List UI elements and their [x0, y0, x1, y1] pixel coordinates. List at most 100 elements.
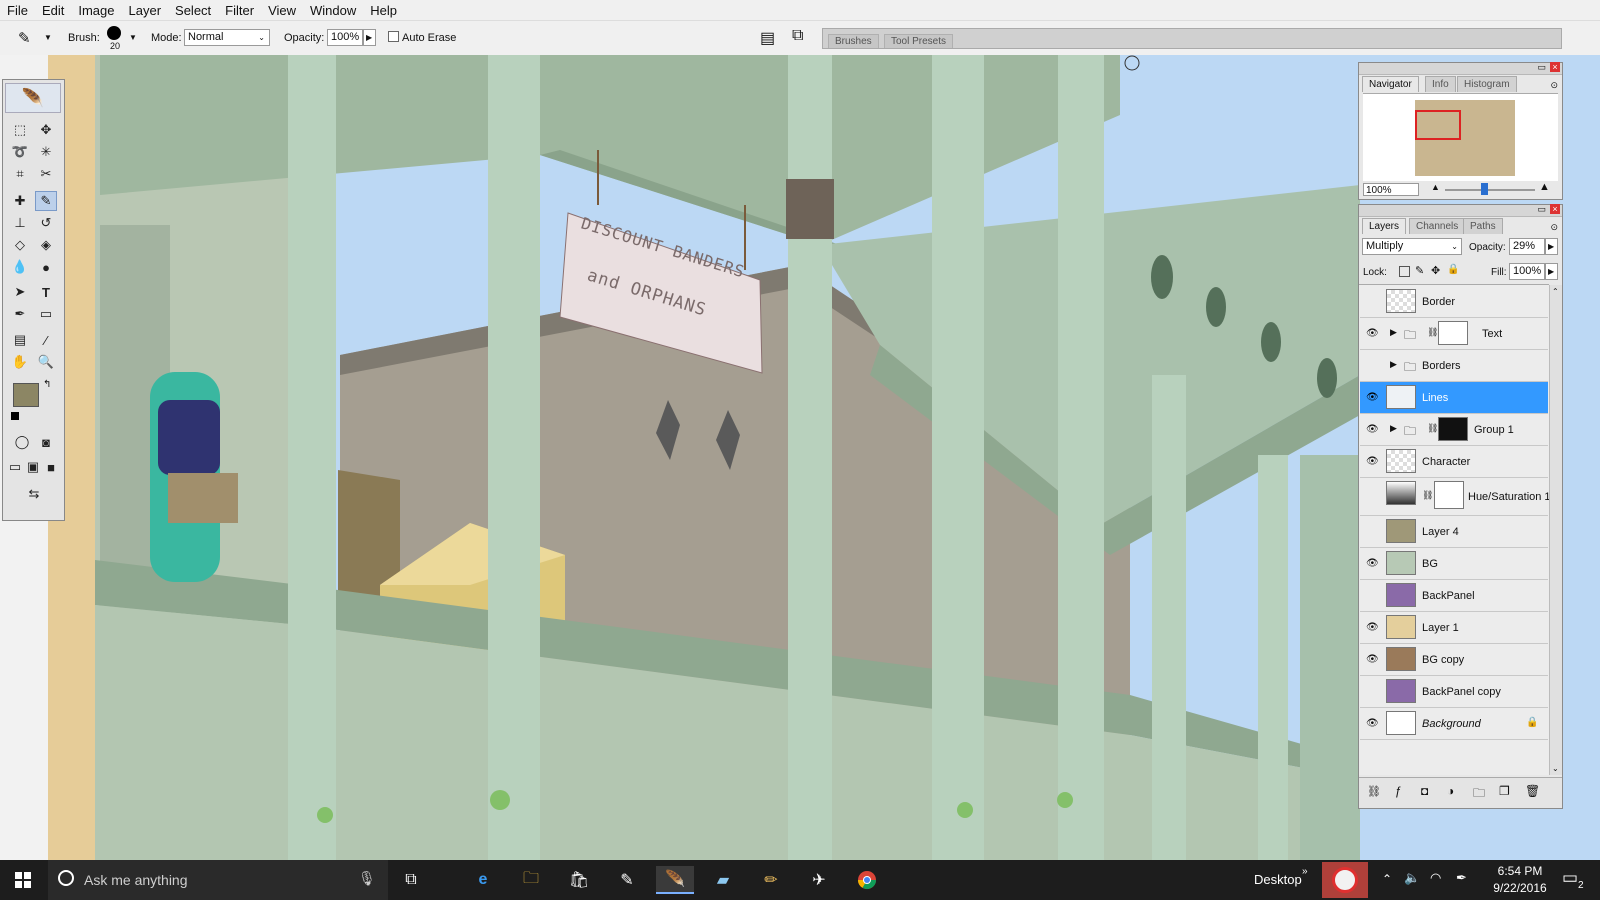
- tab-navigator[interactable]: Navigator: [1362, 76, 1419, 92]
- blend-mode-select[interactable]: Multiply ⌄: [1362, 238, 1462, 255]
- visibility-toggle[interactable]: [1366, 687, 1376, 697]
- wifi-icon[interactable]: ◠: [1430, 870, 1441, 886]
- screen-mode-standard-icon[interactable]: ▭: [7, 457, 23, 477]
- expand-arrow-icon[interactable]: ▶: [1390, 359, 1397, 370]
- shape-tool-icon[interactable]: ▭: [35, 304, 57, 324]
- expand-arrow-icon[interactable]: ▶: [1390, 423, 1397, 434]
- lock-all-icon[interactable]: 🔒: [1447, 264, 1459, 275]
- bird-app-taskbar-icon[interactable]: ✈: [800, 866, 838, 894]
- tab-channels[interactable]: Channels: [1409, 218, 1466, 234]
- volume-icon[interactable]: 🔈: [1404, 870, 1420, 886]
- minimize-icon[interactable]: ▭: [1537, 204, 1546, 215]
- lock-image-pixels-icon[interactable]: ✎: [1415, 264, 1424, 277]
- airbrush-icon[interactable]: ▤: [760, 28, 775, 48]
- tab-histogram[interactable]: Histogram: [1457, 76, 1517, 92]
- pen-tool-icon[interactable]: ✒: [9, 304, 31, 324]
- layer-mask-thumbnail[interactable]: [1438, 321, 1468, 345]
- tab-layers[interactable]: Layers: [1362, 218, 1407, 234]
- imageready-taskbar-icon[interactable]: ▰: [704, 866, 742, 894]
- layer-row-character[interactable]: 👁 Character: [1360, 446, 1548, 478]
- standard-mode-icon[interactable]: ◯: [11, 432, 33, 452]
- link-layers-icon[interactable]: ⛓: [1367, 785, 1381, 798]
- zoom-in-icon[interactable]: ▲: [1539, 181, 1550, 193]
- pen-input-icon[interactable]: ✒: [1456, 870, 1467, 886]
- eye-icon[interactable]: 👁: [1366, 719, 1379, 729]
- layer-row-borders[interactable]: ▶ 🗀 Borders: [1360, 350, 1548, 382]
- eye-icon[interactable]: 👁: [1366, 393, 1379, 403]
- mode-select[interactable]: Normal ⌄: [184, 29, 270, 46]
- fill-input[interactable]: 100%: [1509, 263, 1545, 280]
- navigator-zoom-field[interactable]: 100%: [1363, 183, 1419, 196]
- notes-tool-icon[interactable]: ▤: [9, 330, 31, 350]
- task-view-icon[interactable]: ⧉: [392, 866, 430, 894]
- clock-date[interactable]: 9/22/2016: [1488, 881, 1552, 895]
- eye-icon[interactable]: 👁: [1366, 655, 1379, 665]
- toolbar-expand-icon[interactable]: »: [1302, 866, 1308, 877]
- default-colors-icon[interactable]: [11, 412, 19, 420]
- desktop-toolbar-label[interactable]: Desktop: [1254, 872, 1302, 887]
- visibility-toggle[interactable]: [1366, 297, 1376, 307]
- brush-picker-dropdown-icon[interactable]: ▼: [129, 33, 137, 42]
- visibility-toggle[interactable]: [1366, 489, 1376, 499]
- dodge-tool-icon[interactable]: ●: [35, 257, 57, 277]
- adjustment-layer-icon[interactable]: ◑: [1447, 784, 1454, 798]
- layer-style-icon[interactable]: ƒ: [1395, 784, 1402, 798]
- brush-tool-icon[interactable]: ✎: [18, 29, 31, 47]
- scroll-up-icon[interactable]: ⌃: [1552, 287, 1559, 296]
- layer-row-backpanel-copy[interactable]: BackPanel copy: [1360, 676, 1548, 708]
- quick-mask-mode-icon[interactable]: ◙: [35, 432, 57, 452]
- layer-opacity-slider-button[interactable]: ▶: [1545, 238, 1558, 255]
- zoom-tool-icon[interactable]: 🔍: [35, 352, 57, 372]
- layer-row-lines[interactable]: 👁 Lines: [1360, 382, 1548, 414]
- path-selection-tool-icon[interactable]: ➤: [9, 282, 31, 302]
- action-center-button[interactable]: ▭ 2: [1562, 868, 1586, 892]
- move-tool-icon[interactable]: ✥: [35, 120, 57, 140]
- expand-arrow-icon[interactable]: ▶: [1390, 327, 1397, 338]
- layer-row-text[interactable]: 👁 ▶ 🗀 ⛓ Text: [1360, 318, 1548, 350]
- link-icon[interactable]: ⛓: [1427, 423, 1438, 434]
- microphone-icon[interactable]: 🎙: [358, 870, 376, 887]
- eye-icon[interactable]: 👁: [1366, 559, 1379, 569]
- layer-opacity-input[interactable]: 29%: [1509, 238, 1545, 255]
- jump-to-imageready-icon[interactable]: ⇆: [11, 484, 57, 504]
- app-taskbar-icon[interactable]: ✏: [752, 866, 790, 894]
- panel-menu-icon[interactable]: ⊙: [1550, 222, 1558, 233]
- blur-tool-icon[interactable]: 💧: [9, 257, 31, 277]
- menu-help[interactable]: Help: [363, 3, 404, 18]
- foreground-color-swatch[interactable]: [13, 383, 39, 407]
- eye-icon[interactable]: 👁: [1366, 329, 1379, 339]
- eye-icon[interactable]: 👁: [1366, 457, 1379, 467]
- menu-view[interactable]: View: [261, 3, 303, 18]
- layer-row-layer-1[interactable]: 👁 Layer 1: [1360, 612, 1548, 644]
- show-hidden-icons-icon[interactable]: ⌃: [1382, 872, 1392, 886]
- eye-icon[interactable]: 👁: [1366, 623, 1379, 633]
- marquee-tool-icon[interactable]: ⬚: [9, 120, 31, 140]
- healing-brush-tool-icon[interactable]: ✚: [9, 191, 31, 211]
- visibility-toggle[interactable]: [1366, 361, 1376, 371]
- palette-toggle-icon[interactable]: ⧉: [792, 27, 803, 45]
- minimize-icon[interactable]: ▭: [1537, 62, 1546, 73]
- link-icon[interactable]: ⛓: [1422, 490, 1433, 501]
- scroll-down-icon[interactable]: ⌄: [1552, 764, 1559, 773]
- lasso-tool-icon[interactable]: ➰: [9, 142, 31, 162]
- palette-well-tab-brushes[interactable]: Brushes: [828, 34, 879, 48]
- eyedropper-tool-icon[interactable]: ⁄: [35, 330, 57, 350]
- brush-tool-icon-toolbox[interactable]: ✎: [35, 191, 57, 211]
- screen-mode-full-icon[interactable]: ■: [43, 457, 59, 477]
- eye-icon[interactable]: 👁: [1366, 425, 1379, 435]
- opacity-slider-button[interactable]: ▶: [363, 29, 376, 46]
- layers-scrollbar[interactable]: ⌃ ⌄: [1549, 285, 1562, 775]
- zoom-out-icon[interactable]: ▲: [1431, 182, 1440, 192]
- clock-time[interactable]: 6:54 PM: [1490, 864, 1550, 878]
- hand-tool-icon[interactable]: ✋: [9, 352, 31, 372]
- swap-colors-icon[interactable]: ↰: [43, 379, 51, 390]
- layer-mask-thumbnail[interactable]: [1438, 417, 1468, 441]
- layer-row-border[interactable]: Border: [1360, 286, 1548, 318]
- photoshop-taskbar-icon[interactable]: 🪶: [656, 866, 694, 894]
- tool-preset-dropdown-icon[interactable]: ▼: [44, 33, 52, 42]
- magic-wand-tool-icon[interactable]: ✳: [35, 142, 57, 162]
- close-icon[interactable]: ×: [1550, 62, 1560, 72]
- chrome-taskbar-icon[interactable]: [848, 866, 886, 894]
- menu-window[interactable]: Window: [303, 3, 363, 18]
- menu-image[interactable]: Image: [71, 3, 121, 18]
